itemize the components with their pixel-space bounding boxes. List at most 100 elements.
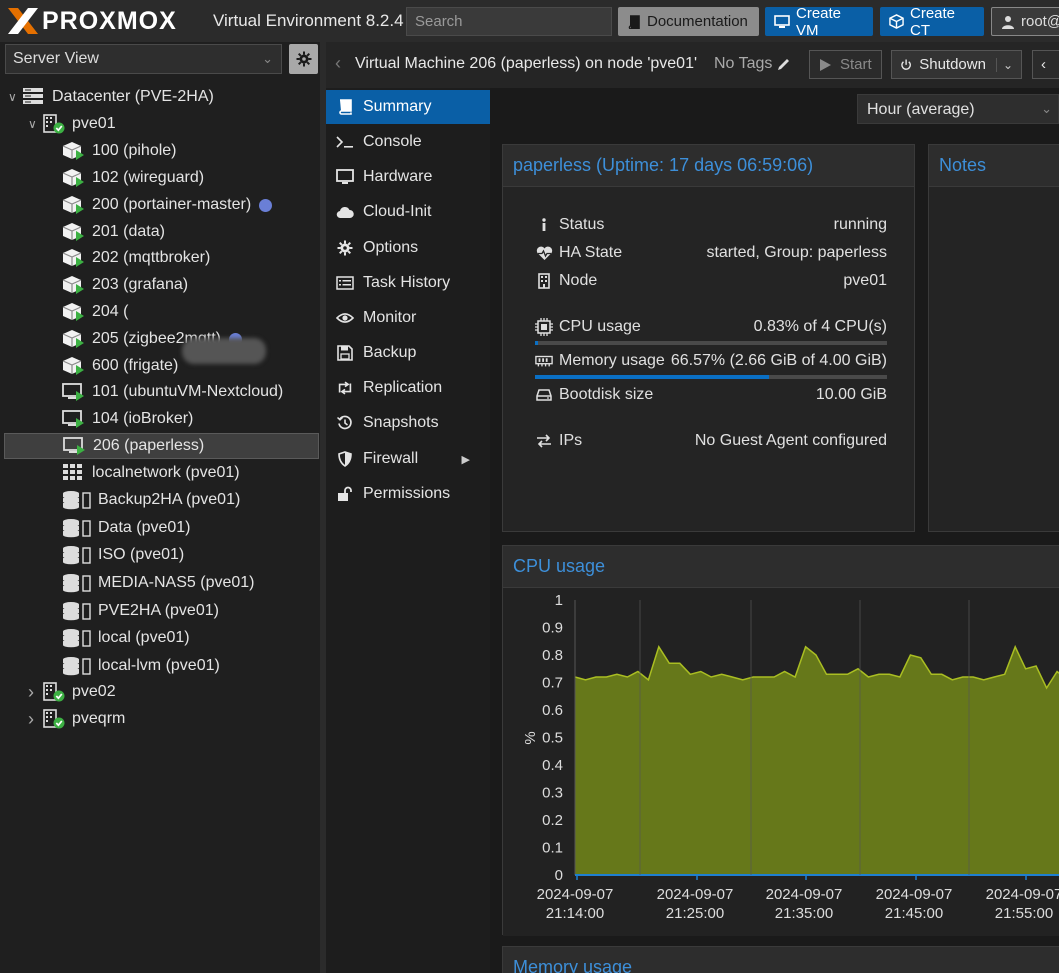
y-tick-label: 0.3 bbox=[542, 785, 563, 802]
tree-item-vm[interactable]: 101 (ubuntuVM-Nextcloud) bbox=[48, 379, 283, 405]
hdd-icon bbox=[535, 389, 553, 401]
container-running-icon bbox=[62, 302, 86, 322]
tags-editor[interactable]: No Tags bbox=[714, 55, 791, 73]
status-panel-title: paperless (Uptime: 17 days 06:59:06) bbox=[503, 145, 914, 187]
vm-running-icon bbox=[62, 382, 86, 402]
tree-item-node[interactable]: ∨ pve01 bbox=[28, 111, 116, 137]
heartbeat-icon bbox=[535, 246, 553, 261]
container-running-icon bbox=[62, 356, 86, 376]
menu-item-backup[interactable]: Backup bbox=[326, 336, 490, 370]
memory-usage-bar bbox=[535, 375, 887, 379]
tree-item-ct[interactable]: 201 (data) bbox=[48, 219, 165, 245]
tree-item-ct[interactable]: 102 (wireguard) bbox=[48, 165, 204, 191]
documentation-label: Documentation bbox=[647, 13, 748, 30]
y-tick-label: 0.6 bbox=[542, 702, 563, 719]
menu-item-label: Hardware bbox=[363, 168, 433, 185]
create-ct-button[interactable]: Create CT bbox=[880, 5, 984, 39]
tree-item-storage[interactable]: ISO (pve01) bbox=[48, 542, 184, 568]
container-running-icon bbox=[62, 168, 86, 188]
menu-item-snapshots[interactable]: Snapshots bbox=[326, 406, 490, 440]
cpu-area-series bbox=[575, 646, 1059, 875]
tree-item-vm[interactable]: 206 (paperless) bbox=[4, 433, 319, 459]
menu-item-cloud-init[interactable]: Cloud-Init bbox=[326, 195, 490, 229]
view-select[interactable]: Server View ⌄ bbox=[5, 44, 282, 74]
chevron-down-icon[interactable]: ∨ bbox=[28, 117, 42, 131]
user-menu-button[interactable]: root@ bbox=[991, 7, 1059, 36]
menu-item-summary[interactable]: Summary bbox=[326, 90, 490, 124]
shutdown-label: Shutdown bbox=[919, 56, 986, 73]
menu-item-label: Console bbox=[363, 133, 422, 150]
chevron-left-icon[interactable]: ‹ bbox=[335, 53, 341, 74]
x-tick-time: 21:45:00 bbox=[885, 905, 943, 922]
container-running-icon bbox=[62, 248, 86, 268]
memory-usage-label: Memory usage bbox=[559, 352, 665, 369]
menu-item-firewall[interactable]: Firewall ▶ bbox=[326, 442, 490, 476]
create-vm-label: Create VM bbox=[796, 4, 842, 39]
create-vm-button[interactable]: Create VM bbox=[765, 4, 873, 39]
search-input[interactable]: Search bbox=[406, 7, 612, 36]
tree-item-ct[interactable]: 203 (grafana) bbox=[48, 272, 188, 298]
shutdown-button[interactable]: Shutdown ⌄ bbox=[891, 50, 1022, 79]
exchange-icon bbox=[535, 434, 553, 448]
chevron-right-icon[interactable]: › bbox=[28, 682, 42, 703]
user-icon bbox=[1001, 15, 1015, 29]
tree-item-node[interactable]: › pveqrm bbox=[28, 706, 125, 732]
tree-item-ct[interactable]: 600 (frigate) bbox=[48, 353, 178, 379]
tree-item-node[interactable]: › pve02 bbox=[28, 679, 116, 705]
menu-item-label: Cloud-Init bbox=[363, 203, 432, 220]
tree-item-label: PVE2HA (pve01) bbox=[98, 602, 219, 619]
cpu-icon bbox=[535, 318, 553, 336]
tree-item-network[interactable]: localnetwork (pve01) bbox=[48, 460, 240, 486]
node-online-icon bbox=[42, 709, 66, 729]
chevron-down-icon[interactable]: ∨ bbox=[8, 90, 22, 104]
tree-item-storage[interactable]: PVE2HA (pve01) bbox=[48, 598, 219, 624]
tree-item-ct[interactable]: 200 (portainer-master) bbox=[48, 192, 273, 218]
menu-item-replication[interactable]: Replication bbox=[326, 371, 490, 405]
chevron-right-icon[interactable]: › bbox=[28, 709, 42, 730]
tree-item-vm[interactable]: 104 (ioBroker) bbox=[48, 406, 193, 432]
tree-item-storage[interactable]: local (pve01) bbox=[48, 625, 190, 651]
menu-item-options[interactable]: Options bbox=[326, 231, 490, 265]
cpu-usage-bar bbox=[535, 341, 887, 345]
menu-item-permissions[interactable]: Permissions bbox=[326, 477, 490, 511]
menu-item-task-history[interactable]: Task History bbox=[326, 266, 490, 300]
tree-item-storage[interactable]: MEDIA-NAS5 (pve01) bbox=[48, 570, 255, 596]
view-select-value: Server View bbox=[13, 50, 99, 67]
tree-item-ct[interactable]: 204 ( bbox=[48, 299, 128, 325]
documentation-button[interactable]: Documentation bbox=[618, 7, 759, 36]
notes-panel[interactable]: Notes bbox=[928, 144, 1059, 532]
cpu-chart-area: 0 0.1 0.2 0.3 0.4 0.5 0.6 0.7 0.8 0.9 1% 2024-09-07… bbox=[503, 588, 1059, 936]
timeframe-select[interactable]: Hour (average) ⌄ bbox=[857, 94, 1059, 124]
chevron-down-icon[interactable]: ⌄ bbox=[995, 57, 1013, 72]
tree-item-storage[interactable]: local-lvm (pve01) bbox=[48, 653, 220, 679]
tree-item-label: pve01 bbox=[72, 115, 116, 132]
tree-item-label: 203 (grafana) bbox=[92, 276, 189, 293]
tree-item-storage[interactable]: Data (pve01) bbox=[48, 515, 191, 541]
status-row: Status running bbox=[535, 213, 887, 237]
menu-item-label: Firewall bbox=[363, 450, 419, 467]
tree-settings-button[interactable] bbox=[289, 44, 318, 74]
tree-item-ct[interactable]: 202 (mqttbroker) bbox=[48, 245, 210, 271]
start-button[interactable]: Start bbox=[809, 50, 882, 79]
proxmox-logo: PROXMOX bbox=[6, 6, 177, 36]
top-header: PROXMOX Virtual Environment 8.2.4 Search… bbox=[0, 0, 1059, 42]
cpu-usage-chart[interactable]: 0 0.1 0.2 0.3 0.4 0.5 0.6 0.7 0.8 0.9 1% 2024-09-07… bbox=[503, 588, 1059, 936]
menu-item-label: Summary bbox=[363, 98, 432, 115]
menu-item-monitor[interactable]: Monitor bbox=[326, 301, 490, 335]
terminal-icon bbox=[336, 135, 354, 149]
more-button[interactable]: ‹ bbox=[1032, 50, 1059, 79]
storage-icon bbox=[62, 601, 92, 621]
book-icon bbox=[627, 14, 641, 29]
chevron-left-icon: ‹ bbox=[1041, 56, 1046, 73]
power-icon bbox=[901, 59, 911, 70]
tree-item-storage[interactable]: Backup2HA (pve01) bbox=[48, 487, 240, 513]
storage-icon bbox=[62, 545, 92, 565]
menu-item-hardware[interactable]: Hardware bbox=[326, 160, 490, 194]
node-label: Node bbox=[559, 272, 598, 289]
ha-state-value: started, Group: paperless bbox=[706, 244, 887, 261]
menu-item-console[interactable]: Console bbox=[326, 125, 490, 159]
cpu-chart-title: CPU usage bbox=[503, 546, 1059, 588]
x-tick-time: 21:55:00 bbox=[995, 905, 1053, 922]
tree-item-datacenter[interactable]: ∨ Datacenter (PVE-2HA) bbox=[8, 84, 214, 110]
tree-item-ct[interactable]: 100 (pihole) bbox=[48, 138, 177, 164]
